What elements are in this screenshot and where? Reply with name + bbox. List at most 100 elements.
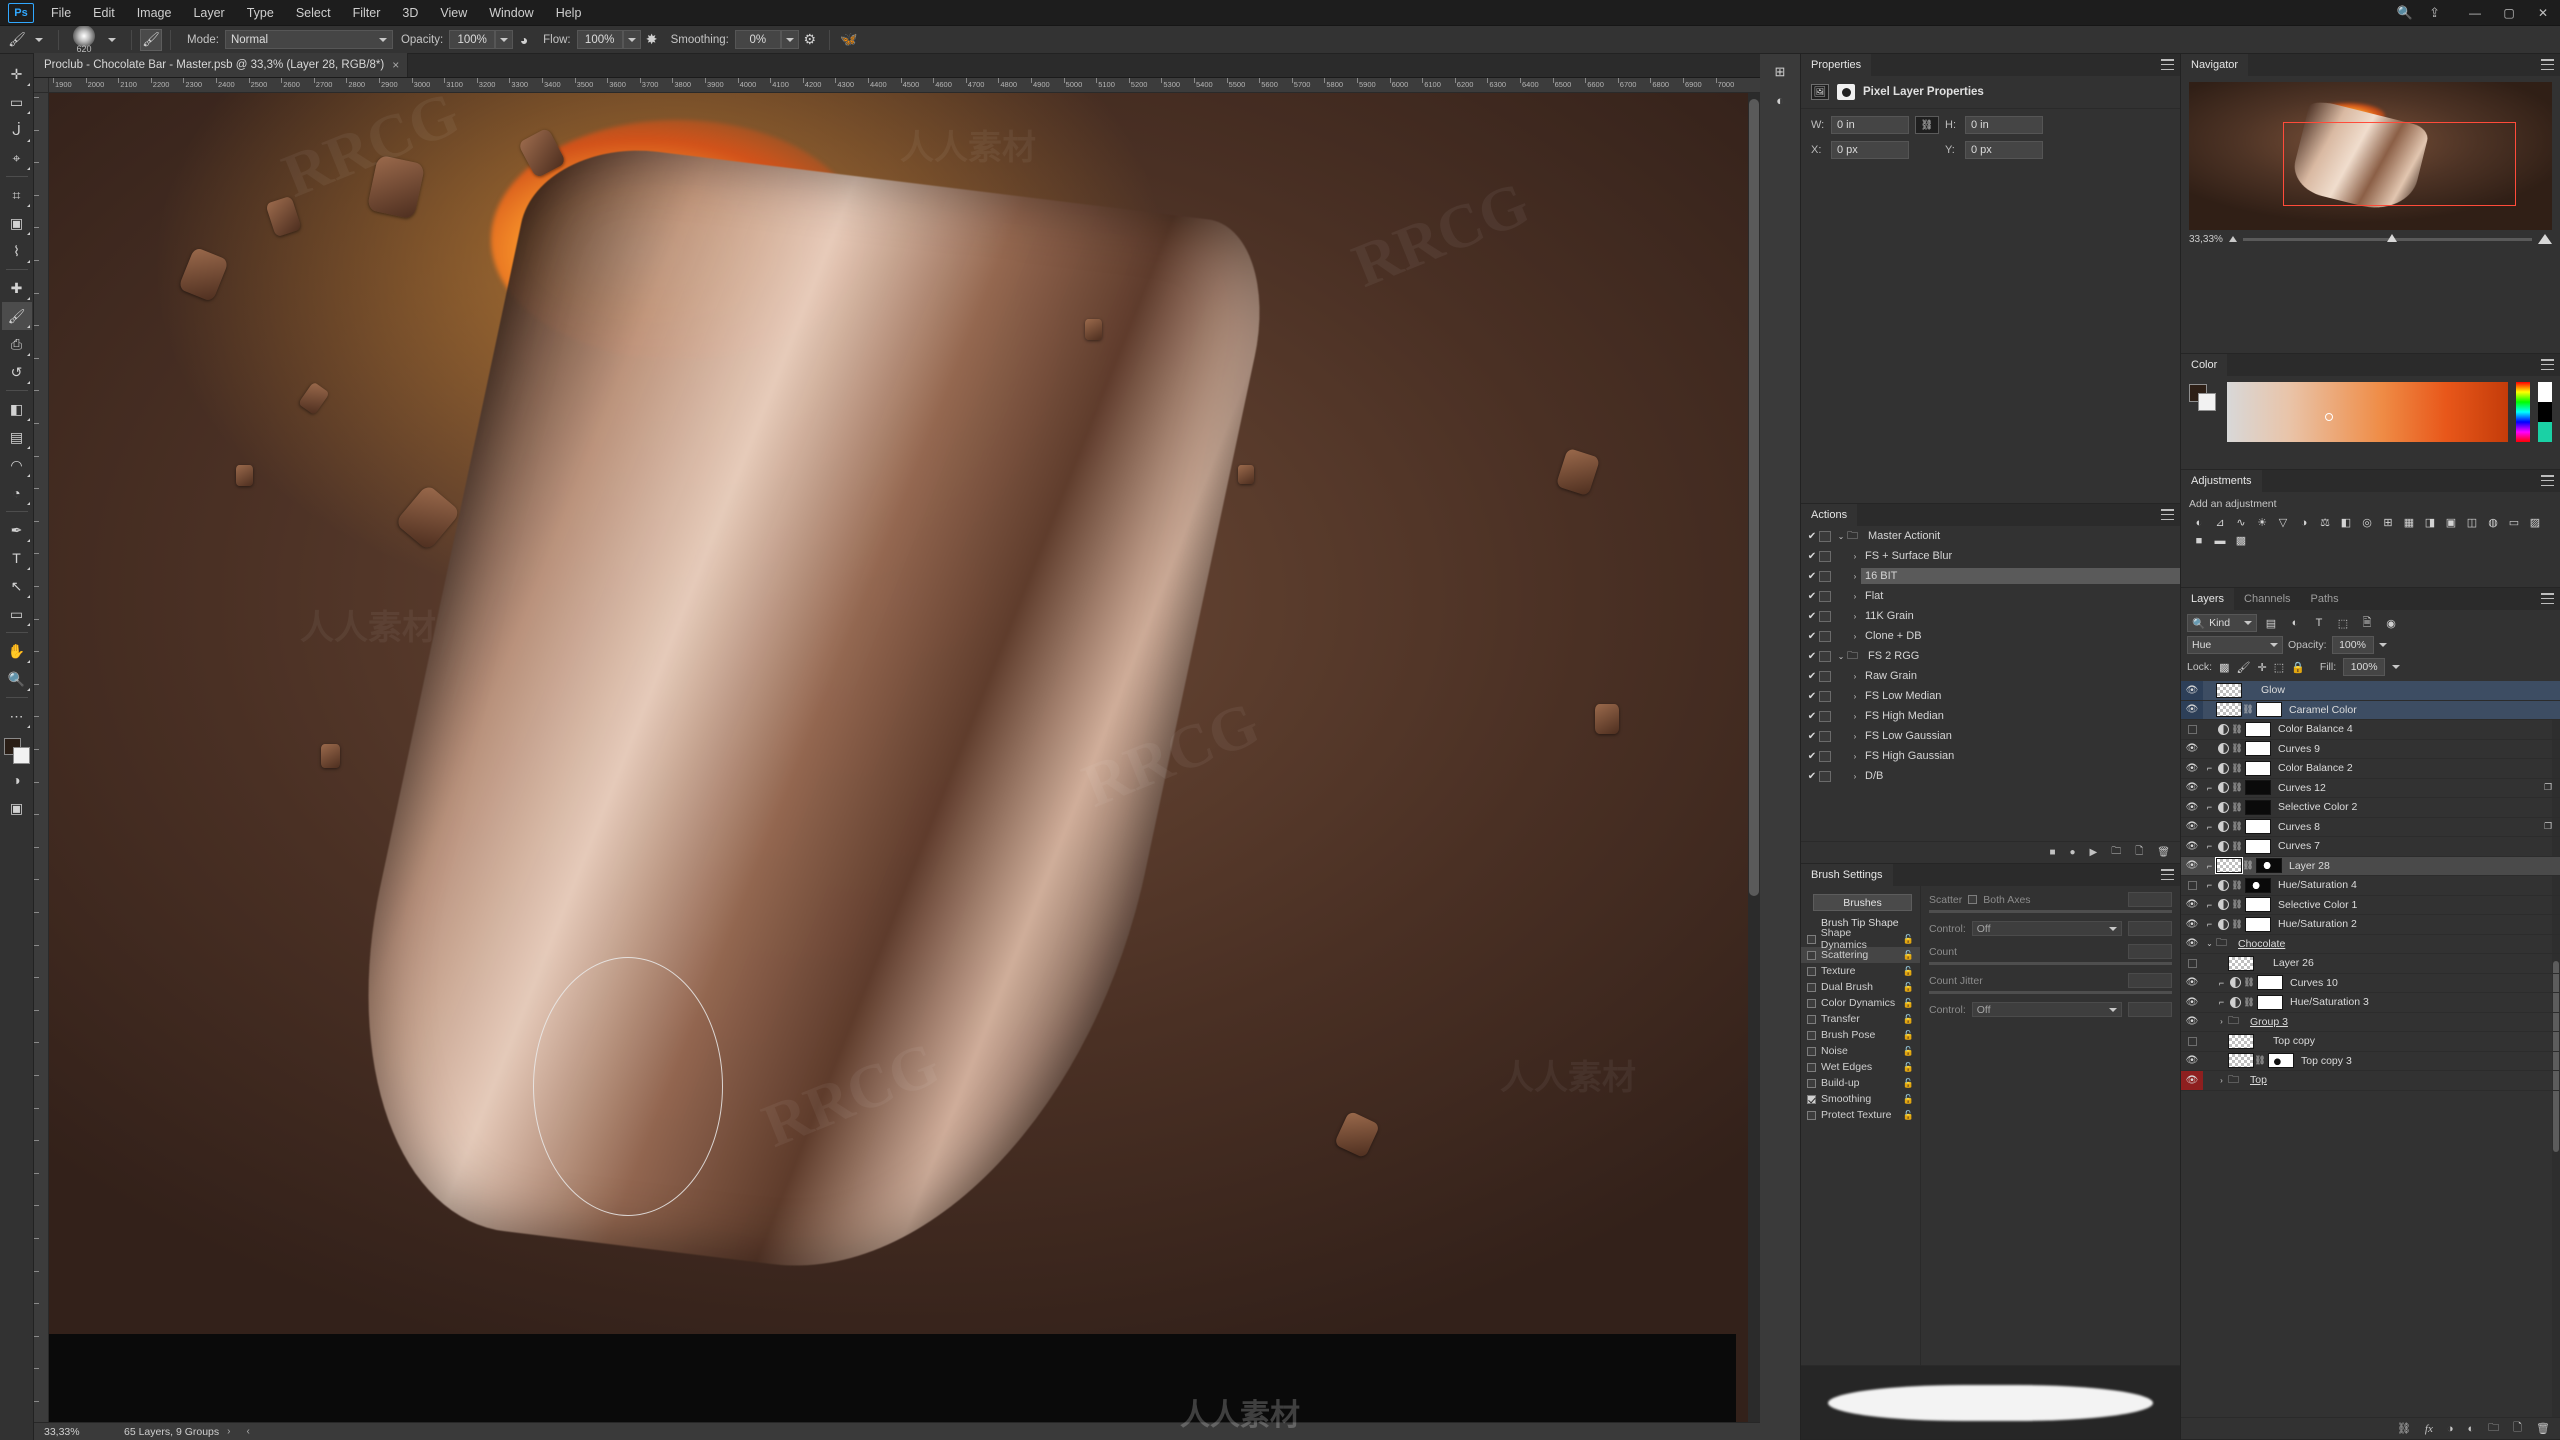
chevron-right-icon[interactable]: ›: [1849, 712, 1861, 721]
layer-row[interactable]: 👁 ⌐ ⛓ Curves 7: [2181, 837, 2560, 857]
blur-tool[interactable]: ◠: [2, 451, 32, 479]
adjustment-layer-icon[interactable]: [2216, 918, 2231, 930]
action-row[interactable]: ✔ ⌄ 🗀 Master Actionit: [1801, 526, 2180, 546]
lasso-tool[interactable]: ᒎ: [2, 116, 32, 144]
checkbox[interactable]: [1807, 1014, 1816, 1024]
eyedropper-tool[interactable]: ⌇: [2, 237, 32, 265]
layer-mask-thumbnail[interactable]: [2257, 994, 2283, 1010]
brush-option-wet-edges[interactable]: Wet Edges 🔓: [1801, 1059, 1920, 1075]
menu-window[interactable]: Window: [478, 0, 544, 26]
checkbox[interactable]: [1807, 1078, 1816, 1088]
flow-input[interactable]: 100%: [576, 30, 623, 49]
airbrush-icon[interactable]: ✸: [641, 29, 663, 51]
action-dialog-toggle[interactable]: [1819, 730, 1831, 742]
adjustment-layer-icon[interactable]: [2216, 782, 2231, 794]
vertical-ruler[interactable]: [34, 93, 49, 1422]
new-layer-icon[interactable]: 🗋: [2513, 1419, 2522, 1438]
checkbox[interactable]: [1807, 1062, 1816, 1072]
menu-edit[interactable]: Edit: [82, 0, 126, 26]
lock-image-icon[interactable]: 🖌: [2237, 661, 2251, 674]
layer-visibility-toggle[interactable]: 👁: [2181, 915, 2203, 934]
channel-mixer-icon[interactable]: ⊞: [2378, 514, 2398, 531]
adjustment-layer-icon[interactable]: [2216, 879, 2231, 891]
layer-visibility-toggle[interactable]: 👁: [2181, 759, 2203, 778]
action-row[interactable]: ✔ › Flat: [1801, 586, 2180, 606]
color-background-swatch[interactable]: [2198, 393, 2216, 411]
smoothing-dropdown-arrow[interactable]: [780, 30, 799, 49]
action-toggle-icon[interactable]: ✔: [1805, 731, 1819, 742]
action-row[interactable]: ✔ › FS + Surface Blur: [1801, 546, 2180, 566]
layer-row[interactable]: 👁 › 🗀 Group 3: [2181, 1013, 2560, 1032]
action-row[interactable]: ✔ › Raw Grain: [1801, 666, 2180, 686]
lock-icon[interactable]: 🔓: [1903, 1014, 1914, 1025]
layer-mask-thumbnail[interactable]: [2268, 1053, 2294, 1069]
zoom-tool[interactable]: 🔍: [2, 665, 32, 693]
eraser-tool[interactable]: ◧: [2, 395, 32, 423]
brush-option-dual-brush[interactable]: Dual Brush 🔓: [1801, 979, 1920, 995]
action-toggle-icon[interactable]: ✔: [1805, 671, 1819, 682]
brush-option-shape-dynamics[interactable]: Shape Dynamics 🔓: [1801, 927, 1920, 951]
link-icon[interactable]: ⛓: [2243, 977, 2255, 988]
tab-properties[interactable]: Properties: [1801, 54, 1872, 76]
adjustment-layer-icon[interactable]: [2228, 996, 2243, 1008]
brush-tool-icon[interactable]: 🖌: [6, 29, 28, 51]
color-picker-marker[interactable]: [2325, 413, 2334, 422]
layer-row[interactable]: 👁 ⌐ ⛓ Curves 10: [2181, 974, 2560, 993]
count-jitter-slider[interactable]: [1929, 991, 2172, 994]
panel-menu-icon[interactable]: [2161, 869, 2174, 880]
layer-visibility-toggle[interactable]: 👁: [2181, 798, 2203, 817]
tab-brush-settings[interactable]: Brush Settings: [1801, 864, 1893, 886]
search-icon[interactable]: 🔍: [2397, 5, 2413, 21]
screen-mode-icon[interactable]: ▣: [2, 794, 32, 822]
scatter-value-input[interactable]: [2128, 892, 2172, 907]
blend-mode-dropdown[interactable]: Normal: [224, 30, 393, 49]
opacity-dropdown-arrow[interactable]: [495, 30, 514, 49]
layer-visibility-toggle[interactable]: 👁: [2181, 1052, 2203, 1071]
lock-all-icon[interactable]: 🔒: [2291, 661, 2305, 674]
lock-icon[interactable]: 🔓: [1903, 1078, 1914, 1089]
new-adjustment-icon[interactable]: ◐: [2468, 1423, 2475, 1435]
brush-settings-toggle-icon[interactable]: 🖌: [140, 28, 162, 51]
link-icon[interactable]: ⛓: [2243, 997, 2255, 1008]
menu-type[interactable]: Type: [236, 0, 285, 26]
brush-option-smoothing[interactable]: Smoothing 🔓: [1801, 1091, 1920, 1107]
artboard-image[interactable]: [49, 93, 1748, 1422]
close-button[interactable]: ✕: [2526, 0, 2560, 26]
horizontal-ruler[interactable]: 1900 2000 2100 2200 2300 2400 2500 2600 2700 2800…: [49, 78, 1760, 93]
tab-paths[interactable]: Paths: [2301, 588, 2349, 610]
move-tool[interactable]: ✛: [2, 60, 32, 88]
tab-channels[interactable]: Channels: [2234, 588, 2300, 610]
layer-row[interactable]: ⌐ ⛓ Hue/Saturation 4: [2181, 876, 2560, 896]
status-zoom-value[interactable]: 33,33%: [34, 1426, 94, 1438]
both-axes-checkbox[interactable]: [1968, 895, 1978, 904]
brush-picker-chevron-icon[interactable]: [101, 29, 123, 51]
tab-adjustments[interactable]: Adjustments: [2181, 470, 2262, 492]
minimize-button[interactable]: —: [2458, 0, 2492, 26]
checkbox[interactable]: [1807, 966, 1816, 976]
curves-icon[interactable]: ∿: [2231, 514, 2251, 531]
brush-option-scattering[interactable]: Scattering 🔓: [1801, 947, 1920, 963]
tab-navigator[interactable]: Navigator: [2181, 54, 2249, 76]
symmetry-icon[interactable]: 🦋: [838, 29, 860, 51]
adjustment-layer-icon[interactable]: [2216, 801, 2231, 813]
layer-visibility-toggle[interactable]: 👁: [2181, 1071, 2203, 1090]
action-dialog-toggle[interactable]: [1819, 670, 1831, 682]
panel-menu-icon[interactable]: [2161, 509, 2174, 520]
history-brush-tool[interactable]: ↺: [2, 358, 32, 386]
layer-visibility-toggle[interactable]: 👁: [2181, 740, 2203, 759]
height-input[interactable]: 0 in: [1965, 116, 2043, 134]
layer-row[interactable]: Top copy: [2181, 1032, 2560, 1052]
rectangular-marquee-tool[interactable]: ▭: [2, 88, 32, 116]
spot-healing-brush-tool[interactable]: ✚: [2, 274, 32, 302]
adjustment-layer-icon[interactable]: [2216, 743, 2231, 755]
dodge-tool[interactable]: ◔: [2, 479, 32, 507]
brush-option-build-up[interactable]: Build-up 🔓: [1801, 1075, 1920, 1091]
smartobject-filter-icon[interactable]: 🗎: [2357, 614, 2377, 632]
posterize-icon[interactable]: ▣: [2441, 514, 2461, 531]
brush-size-preview[interactable]: 620: [67, 25, 101, 54]
menu-filter[interactable]: Filter: [342, 0, 392, 26]
layer-visibility-toggle[interactable]: 👁: [2181, 974, 2203, 993]
layer-mask-thumbnail[interactable]: [2245, 897, 2271, 913]
brush-tool[interactable]: 🖌: [1, 302, 32, 330]
layer-row[interactable]: 👁 › 🗀 Top: [2181, 1071, 2560, 1091]
